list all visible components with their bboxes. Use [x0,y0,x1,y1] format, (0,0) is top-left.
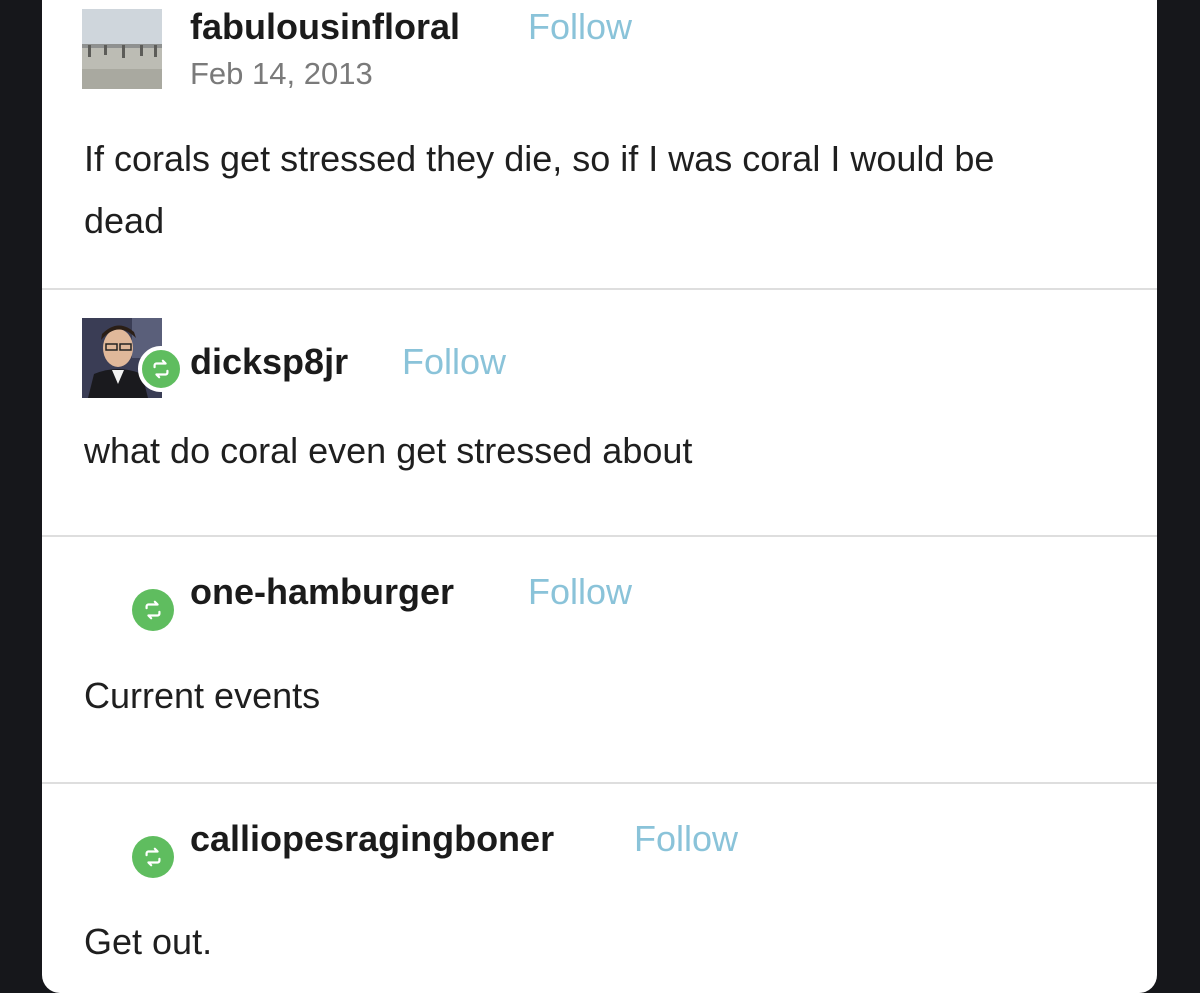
username[interactable]: fabulousinfloral [190,7,460,47]
post-text: If corals get stressed they die, so if I… [84,138,995,241]
username[interactable]: dicksp8jr [190,342,348,382]
avatar[interactable] [82,9,162,89]
follow-button[interactable]: Follow [634,819,738,859]
post-fabulousinfloral: fabulousinfloral Follow Feb 14, 2013 If … [42,0,1157,290]
post-one-hamburger: one-hamburger Follow Current events [42,537,1157,784]
reblog-icon [138,346,184,392]
post-dicksp8jr: dicksp8jr Follow what do coral even get … [42,290,1157,537]
reblog-icon [132,589,174,631]
username[interactable]: calliopesragingboner [190,819,554,859]
post-text: Get out. [84,921,213,962]
post-thread-card: fabulousinfloral Follow Feb 14, 2013 If … [42,0,1157,993]
follow-button[interactable]: Follow [528,572,632,612]
post-text: what do coral even get stressed about [84,430,693,471]
post-text: Current events [84,675,321,716]
follow-button[interactable]: Follow [528,7,632,47]
post-date: Feb 14, 2013 [190,56,373,91]
follow-button[interactable]: Follow [402,342,506,382]
reblog-icon [132,836,174,878]
post-calliopesragingboner: calliopesragingboner Follow Get out. [42,784,1157,993]
username[interactable]: one-hamburger [190,572,454,612]
